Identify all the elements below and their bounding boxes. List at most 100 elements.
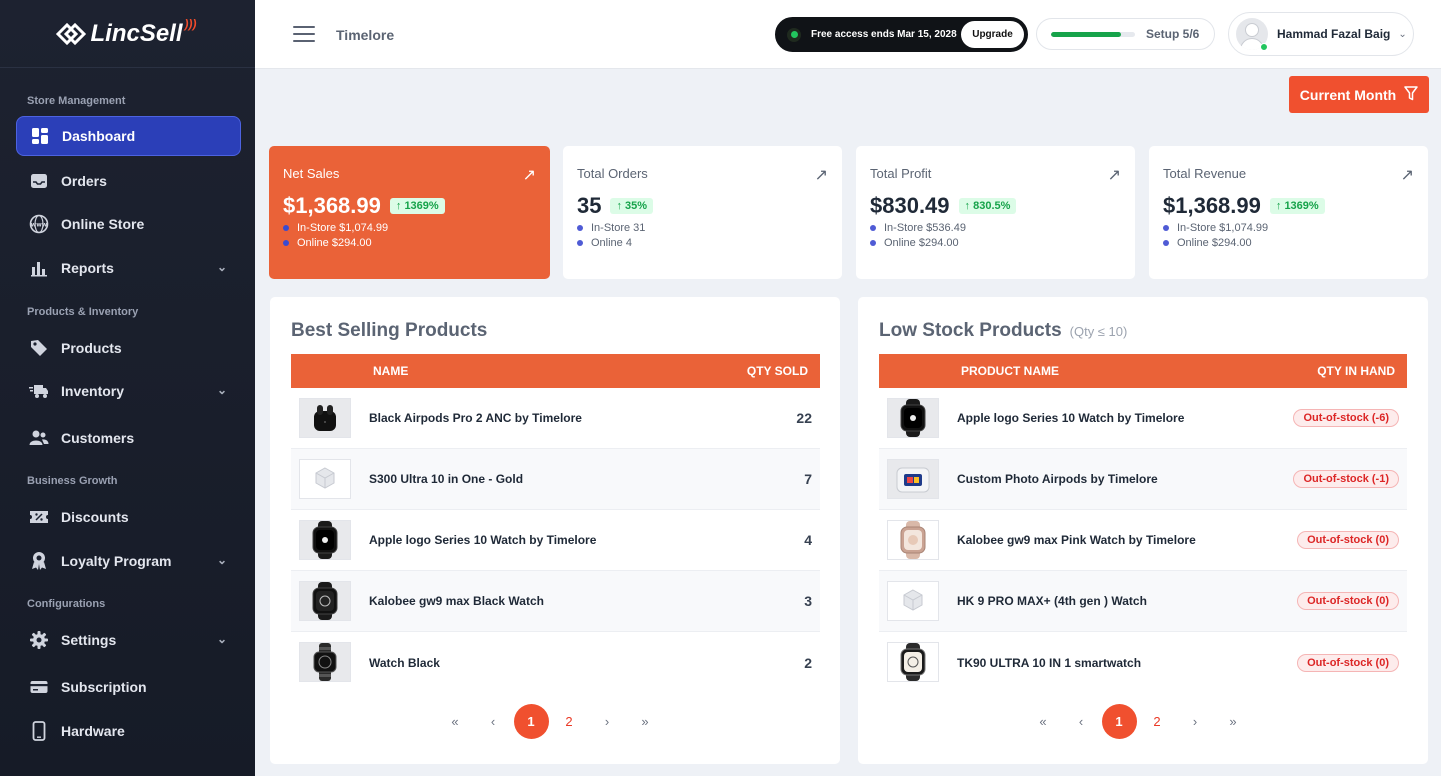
sidebar-item-online-store[interactable]: www Online Store [16,204,241,244]
stat-card-total-revenue: Total Revenue ↗ $1,368.99 ↑ 1369% In-Sto… [1149,146,1428,279]
table-row[interactable]: Kalobee gw9 max Pink Watch by Timelore O… [879,510,1407,571]
page-button[interactable]: 1 [1101,704,1137,739]
stock-status-badge: Out-of-stock (-1) [1293,470,1399,488]
page-button[interactable]: 2 [1140,704,1175,739]
arrow-up-right-icon[interactable]: ↗ [523,165,536,185]
arrow-up-right-icon[interactable]: ↗ [1401,165,1414,185]
stat-online: Online $294.00 [283,237,536,249]
stat-online: Online 4 [577,237,828,249]
sidebar-item-customers[interactable]: Customers [16,418,241,458]
sidebar-item-inventory[interactable]: Inventory ⌄ [16,371,241,411]
product-thumbnail-airpods [887,459,939,499]
change-badge: ↑ 1369% [389,198,445,214]
sidebar-item-label: Loyalty Program [61,553,172,569]
grid-icon [30,126,50,146]
page-button[interactable]: 1 [513,704,549,739]
last-page-icon[interactable]: » [628,704,663,739]
date-filter-button[interactable]: Current Month [1289,76,1429,113]
sidebar-item-settings[interactable]: Settings ⌄ [16,620,241,660]
product-thumbnail-placeholder [887,581,939,621]
last-page-icon[interactable]: » [1216,704,1251,739]
stat-card-total-orders: Total Orders ↗ 35 ↑ 35% In-Store 31 Onli… [563,146,842,279]
product-name: TK90 ULTRA 10 IN 1 smartwatch [957,655,1142,670]
qty-sold: 7 [804,471,812,487]
sidebar-item-products[interactable]: Products [16,328,241,368]
stat-instore: In-Store $536.49 [870,222,1121,234]
first-page-icon[interactable]: « [1026,704,1061,739]
section-store-management: Store Management [27,95,126,107]
phone-icon [29,721,49,741]
column-header-qty[interactable]: QTY SOLD [747,364,808,378]
product-name: Apple logo Series 10 Watch by Timelore [369,533,597,547]
page-button[interactable]: 2 [552,704,587,739]
pagination: « ‹ 1 2 › » [1024,704,1252,739]
stat-instore: In-Store $1,074.99 [1163,222,1414,234]
stat-instore: In-Store 31 [577,222,828,234]
next-page-icon[interactable]: › [1178,704,1213,739]
product-thumbnail-watch [887,642,939,682]
sidebar-item-discounts[interactable]: Discounts [16,497,241,537]
table-row[interactable]: TK90 ULTRA 10 IN 1 smartwatch Out-of-sto… [879,632,1407,693]
table-row[interactable]: Custom Photo Airpods by Timelore Out-of-… [879,449,1407,510]
qty-sold: 2 [804,654,812,671]
trial-text: Free access ends Mar 15, 2028 [811,29,957,40]
product-name: HK 9 PRO MAX+ (4th gen ) Watch [957,594,1147,608]
qty-sold: 4 [804,532,812,548]
table-row[interactable]: Kalobee gw9 max Black Watch 3 [291,571,820,632]
section-configurations: Configurations [27,598,106,610]
table-row[interactable]: HK 9 PRO MAX+ (4th gen ) Watch Out-of-st… [879,571,1407,632]
menu-icon[interactable] [293,26,315,42]
product-name: Custom Photo Airpods by Timelore [957,472,1158,486]
sidebar-item-dashboard[interactable]: Dashboard [16,116,241,156]
sidebar-item-label: Products [61,340,122,356]
online-status-icon [1260,43,1268,51]
change-badge: ↑ 35% [610,198,654,214]
panel-subtitle: (Qty ≤ 10) [1069,324,1128,339]
chevron-down-icon: ⌄ [216,632,227,646]
product-thumbnail-placeholder [299,459,351,499]
product-name: Apple logo Series 10 Watch by Timelore [957,411,1185,425]
first-page-icon[interactable]: « [438,704,473,739]
table-row[interactable]: Apple logo Series 10 Watch by Timelore 4 [291,510,820,571]
section-business-growth: Business Growth [27,475,118,487]
logo[interactable]: LincSell ))) [0,0,255,68]
stock-status-badge: Out-of-stock (-6) [1293,409,1399,427]
inbox-icon [29,171,49,191]
sidebar-item-subscription[interactable]: Subscription [16,667,241,707]
table-row[interactable]: Apple logo Series 10 Watch by Timelore O… [879,388,1407,449]
chevron-down-icon: ⌄ [216,260,227,274]
arrow-up-right-icon[interactable]: ↗ [815,165,828,185]
pagination: « ‹ 1 2 › » [436,704,664,739]
sidebar-item-label: Dashboard [62,128,136,144]
column-header-qty-in-hand[interactable]: QTY IN HAND [1317,364,1395,378]
sidebar-item-loyalty-program[interactable]: Loyalty Program ⌄ [16,541,241,581]
brand-name: LincSell [90,19,183,47]
tag-icon [29,338,49,358]
sidebar-item-label: Hardware [61,723,125,739]
stat-online: Online $294.00 [870,237,1121,249]
table-row[interactable]: Black Airpods Pro 2 ANC by Timelore 22 [291,388,820,449]
section-products-inventory: Products & Inventory [27,306,139,318]
prev-page-icon[interactable]: ‹ [1064,704,1099,739]
column-header-name[interactable]: NAME [373,364,408,378]
sidebar-item-label: Customers [61,430,135,446]
sidebar-item-hardware[interactable]: Hardware [16,711,241,751]
table-row[interactable]: S300 Ultra 10 in One - Gold 7 [291,449,820,510]
stat-instore: In-Store $1,074.99 [283,222,536,234]
setup-progress[interactable]: Setup 5/6 [1036,18,1215,50]
user-menu[interactable]: Hammad Fazal Baig ⌄ [1228,12,1414,56]
upgrade-button[interactable]: Upgrade [961,21,1024,48]
next-page-icon[interactable]: › [590,704,625,739]
panel-title: Best Selling Products [291,320,488,341]
stat-value: $1,368.99 [283,193,381,218]
prev-page-icon[interactable]: ‹ [476,704,511,739]
globe-icon: www [29,214,49,234]
column-header-product-name[interactable]: PRODUCT NAME [961,364,1059,378]
stat-title: Net Sales [283,166,340,181]
table-row[interactable]: Watch Black 2 [291,632,820,693]
sidebar-item-orders[interactable]: Orders [16,161,241,201]
stat-value: $830.49 [870,193,950,218]
arrow-up-right-icon[interactable]: ↗ [1108,165,1121,185]
stat-title: Total Profit [870,166,932,181]
sidebar-item-reports[interactable]: Reports ⌄ [16,248,241,288]
